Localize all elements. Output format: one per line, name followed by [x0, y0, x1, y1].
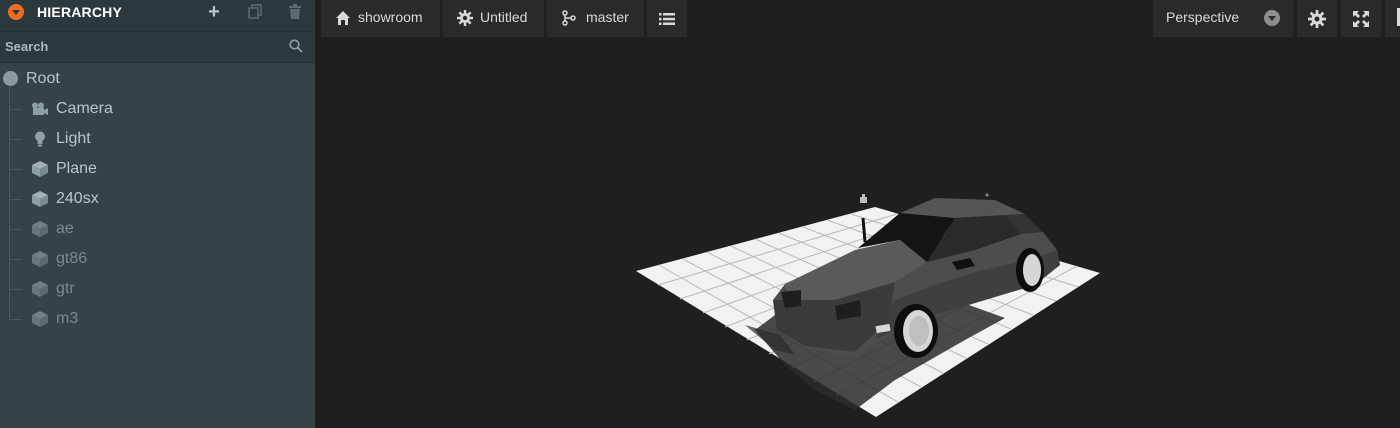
gear-icon — [1308, 9, 1326, 28]
cube-icon — [31, 311, 49, 327]
trash-icon — [289, 4, 301, 19]
tree-item-label: m3 — [56, 310, 79, 327]
tree-item-label: ae — [56, 220, 74, 237]
list-icon — [659, 12, 675, 25]
chevron-down-icon — [1264, 10, 1280, 26]
tree-item-plane[interactable]: Plane — [0, 154, 315, 184]
duplicate-icon — [248, 4, 262, 19]
cube-icon — [31, 161, 49, 177]
scene-name: Untitled — [480, 9, 528, 25]
search-icon — [289, 39, 303, 53]
toolbar-overflow-button[interactable] — [1385, 0, 1400, 37]
fullscreen-button[interactable] — [1341, 0, 1381, 37]
cube-icon — [31, 251, 49, 267]
camera-gizmo-icon[interactable] — [860, 194, 867, 203]
tree-item-240sx[interactable]: 240sx — [0, 184, 315, 214]
collapse-toggle-icon[interactable] — [8, 4, 24, 20]
tree-item-label: gtr — [56, 280, 75, 297]
tree-item-label: Camera — [56, 100, 113, 117]
tree-item-ae[interactable]: ae — [0, 214, 315, 244]
scene-settings-button[interactable]: Untitled — [443, 0, 544, 37]
tree-item-gtr[interactable]: gtr — [0, 274, 315, 304]
car-model-240sx[interactable] — [773, 198, 1060, 358]
duplicate-button[interactable] — [241, 0, 269, 24]
cube-icon — [31, 221, 49, 237]
tree-item-root[interactable]: Root — [0, 64, 315, 94]
light-gizmo-icon[interactable] — [985, 193, 989, 197]
camera-mode-value: Perspective — [1166, 9, 1240, 25]
tree-item-label: 240sx — [56, 190, 99, 207]
tree-item-camera[interactable]: Camera — [0, 94, 315, 124]
expand-icon — [1353, 10, 1369, 27]
branch-icon — [562, 10, 576, 26]
tree-item-label: Plane — [56, 160, 97, 177]
cube-icon — [31, 191, 49, 207]
gear-icon — [457, 10, 473, 26]
cube-icon — [31, 281, 49, 297]
viewport-3d[interactable]: showroom Untitled master Perspective — [315, 0, 1400, 428]
tree-item-label: Light — [56, 130, 91, 147]
hierarchy-header: HIERARCHY + — [0, 0, 315, 32]
panel-title: HIERARCHY — [37, 4, 123, 20]
root-node-icon — [3, 71, 18, 86]
camera-icon — [31, 101, 49, 117]
menu-list-button[interactable] — [647, 0, 687, 37]
home-icon — [336, 11, 350, 25]
hierarchy-panel: HIERARCHY + Search Root Camera Light Pla… — [0, 0, 315, 428]
camera-mode-dropdown[interactable]: Perspective — [1153, 0, 1293, 37]
branch-button[interactable]: master — [547, 0, 644, 37]
tree-item-gt86[interactable]: gt86 — [0, 244, 315, 274]
lightbulb-icon — [31, 131, 49, 147]
tree-item-label: gt86 — [56, 250, 88, 267]
project-name: showroom — [358, 9, 423, 25]
branch-name: master — [586, 9, 629, 25]
search-bar[interactable]: Search — [0, 32, 315, 63]
scene-canvas[interactable] — [315, 0, 1400, 428]
search-input[interactable]: Search — [5, 39, 48, 54]
delete-button[interactable] — [281, 0, 309, 24]
tree-item-m3[interactable]: m3 — [0, 304, 315, 334]
project-button[interactable]: showroom — [321, 0, 440, 37]
viewport-settings-button[interactable] — [1297, 0, 1337, 37]
tree-item-label: Root — [26, 70, 60, 87]
add-entity-button[interactable]: + — [200, 0, 228, 24]
tree-item-light[interactable]: Light — [0, 124, 315, 154]
